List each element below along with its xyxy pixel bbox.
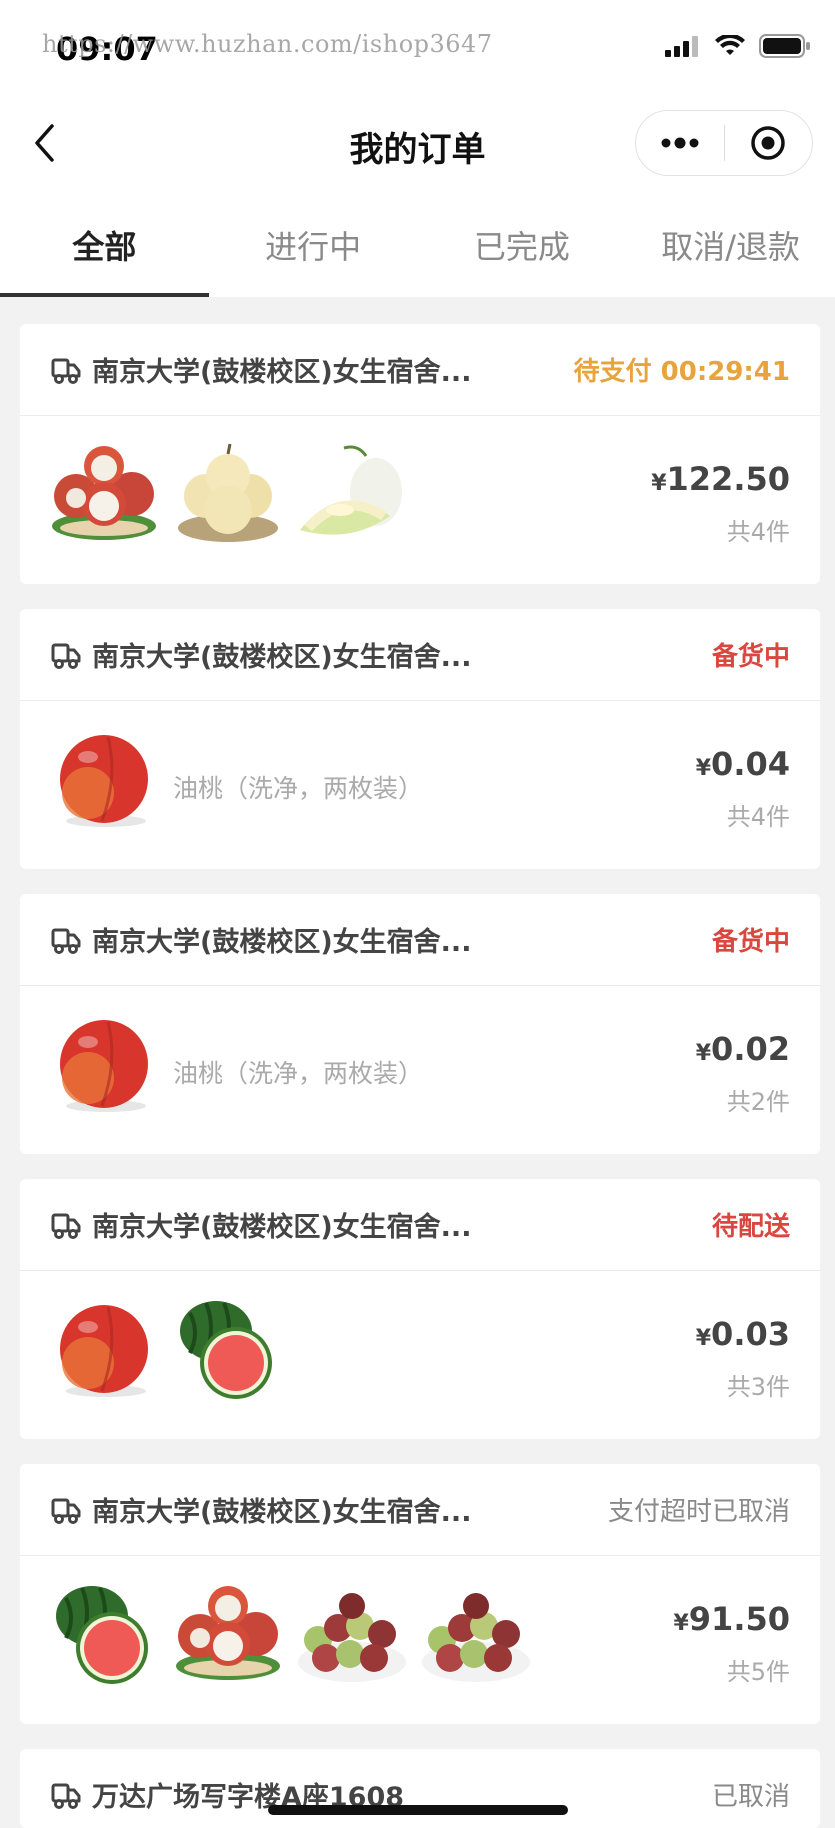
- plums-image: [298, 1593, 406, 1682]
- order-card[interactable]: 南京大学(鼓楼校区)女生宿舍... 待配送 ¥0.03 共3件: [20, 1179, 820, 1439]
- watermelon-image: [180, 1301, 272, 1399]
- goods-name: 油桃（洗净，两枚装）: [173, 774, 424, 803]
- watermark-text: https://www.huzhan.com/ishop3647: [42, 30, 493, 58]
- delivery-address: 南京大学(鼓楼校区)女生宿舍...: [92, 1497, 472, 1528]
- status-icons: [665, 34, 811, 58]
- target-icon: [751, 126, 785, 160]
- order-card[interactable]: 万达广场写字楼A座1608 已取消: [20, 1749, 820, 1828]
- nectarine-image: [60, 1305, 148, 1397]
- currency-symbol: ¥: [695, 1041, 712, 1066]
- order-header: 南京大学(鼓楼校区)女生宿舍... 备货中: [20, 894, 820, 986]
- delivery-truck-icon: [51, 1783, 81, 1809]
- order-price: ¥0.02: [696, 1030, 790, 1068]
- plums-image: [422, 1593, 530, 1682]
- delivery-address: 南京大学(鼓楼校区)女生宿舍...: [92, 642, 472, 673]
- order-card[interactable]: 南京大学(鼓楼校区)女生宿舍... 备货中 油桃（洗净，两枚装） ¥0.04 共…: [20, 609, 820, 869]
- currency-symbol: ¥: [695, 756, 712, 781]
- order-body: ¥91.50 共5件: [20, 1556, 820, 1724]
- tab-completed[interactable]: 已完成: [418, 190, 627, 297]
- home-indicator: [268, 1805, 568, 1815]
- order-status: 支付超时已取消: [607, 1497, 790, 1527]
- product-images: [48, 1008, 160, 1120]
- order-price: ¥122.50: [651, 460, 790, 498]
- item-count: 共3件: [726, 1373, 790, 1401]
- nectarine-image: [60, 1020, 148, 1112]
- order-tabs: 全部 进行中 已完成 取消/退款: [0, 190, 835, 297]
- melon-image: [300, 445, 402, 535]
- order-body: 油桃（洗净，两枚装） ¥0.02 共2件: [20, 986, 820, 1154]
- order-header: 万达广场写字楼A座1608 已取消: [20, 1749, 820, 1828]
- delivery-truck-icon: [51, 358, 81, 384]
- order-header: 南京大学(鼓楼校区)女生宿舍... 备货中: [20, 609, 820, 701]
- delivery-address: 南京大学(鼓楼校区)女生宿舍...: [92, 927, 472, 958]
- goods-name: 油桃（洗净，两枚装）: [173, 1059, 424, 1088]
- order-header: 南京大学(鼓楼校区)女生宿舍... 支付超时已取消: [20, 1464, 820, 1556]
- tab-all[interactable]: 全部: [0, 190, 209, 297]
- tab-cancel-refund[interactable]: 取消/退款: [626, 190, 835, 297]
- lychee-image: [52, 446, 156, 540]
- price-value: 122.50: [666, 460, 790, 498]
- product-images: [48, 723, 160, 835]
- delivery-address: 南京大学(鼓楼校区)女生宿舍...: [92, 1212, 472, 1243]
- battery-icon: [759, 34, 810, 58]
- order-card[interactable]: 南京大学(鼓楼校区)女生宿舍... 待支付 00:29:41 ¥122.50 共…: [20, 324, 820, 584]
- item-count: 共5件: [726, 1658, 790, 1686]
- price-value: 0.04: [711, 745, 790, 783]
- nectarine-image: [60, 735, 148, 827]
- product-images: [48, 438, 408, 550]
- price-value: 91.50: [688, 1600, 790, 1638]
- more-button[interactable]: [636, 111, 724, 175]
- mini-program-capsule: [635, 110, 813, 176]
- order-status: 备货中: [711, 927, 790, 957]
- delivery-truck-icon: [51, 643, 81, 669]
- header-area: 09:07 https://www.huzhan.com/ishop3647 我…: [0, 0, 835, 297]
- close-mini-program-button[interactable]: [725, 111, 813, 175]
- delivery-address: 南京大学(鼓楼校区)女生宿舍...: [92, 357, 472, 388]
- wifi-icon: [715, 35, 745, 55]
- order-status: 待支付 00:29:41: [573, 357, 790, 387]
- nav-bar: 我的订单: [0, 100, 835, 190]
- order-card[interactable]: 南京大学(鼓楼校区)女生宿舍... 备货中 油桃（洗净，两枚装） ¥0.02 共…: [20, 894, 820, 1154]
- order-status: 待配送: [711, 1212, 790, 1242]
- pear-image: [178, 443, 278, 542]
- currency-symbol: ¥: [695, 1326, 712, 1351]
- order-status: 备货中: [711, 642, 790, 672]
- delivery-truck-icon: [51, 1498, 81, 1524]
- order-header: 南京大学(鼓楼校区)女生宿舍... 待配送: [20, 1179, 820, 1271]
- item-count: 共2件: [726, 1088, 790, 1116]
- price-value: 0.03: [711, 1315, 790, 1353]
- delivery-truck-icon: [51, 1213, 81, 1239]
- currency-symbol: ¥: [651, 471, 667, 496]
- order-body: ¥122.50 共4件: [20, 416, 820, 584]
- order-body: ¥0.03 共3件: [20, 1271, 820, 1439]
- product-images: [48, 1293, 284, 1405]
- order-price: ¥0.04: [696, 745, 790, 783]
- order-body: 油桃（洗净，两枚装） ¥0.04 共4件: [20, 701, 820, 869]
- order-header: 南京大学(鼓楼校区)女生宿舍... 待支付 00:29:41: [20, 324, 820, 416]
- order-price: ¥0.03: [696, 1315, 790, 1353]
- status-bar: 09:07 https://www.huzhan.com/ishop3647: [0, 0, 835, 100]
- delivery-truck-icon: [51, 928, 81, 954]
- currency-symbol: ¥: [673, 1611, 689, 1636]
- product-images: [48, 1578, 532, 1690]
- tab-in-progress[interactable]: 进行中: [209, 190, 418, 297]
- item-count: 共4件: [726, 803, 790, 831]
- lychee-image: [176, 1586, 280, 1680]
- watermelon-image: [56, 1586, 148, 1684]
- order-card[interactable]: 南京大学(鼓楼校区)女生宿舍... 支付超时已取消 ¥91.50 共5件: [20, 1464, 820, 1724]
- price-value: 0.02: [711, 1030, 790, 1068]
- signal-icon: [665, 36, 698, 57]
- order-status: 已取消: [711, 1782, 790, 1812]
- item-count: 共4件: [726, 518, 790, 546]
- order-price: ¥91.50: [673, 1600, 790, 1638]
- more-dots-icon: [661, 137, 699, 149]
